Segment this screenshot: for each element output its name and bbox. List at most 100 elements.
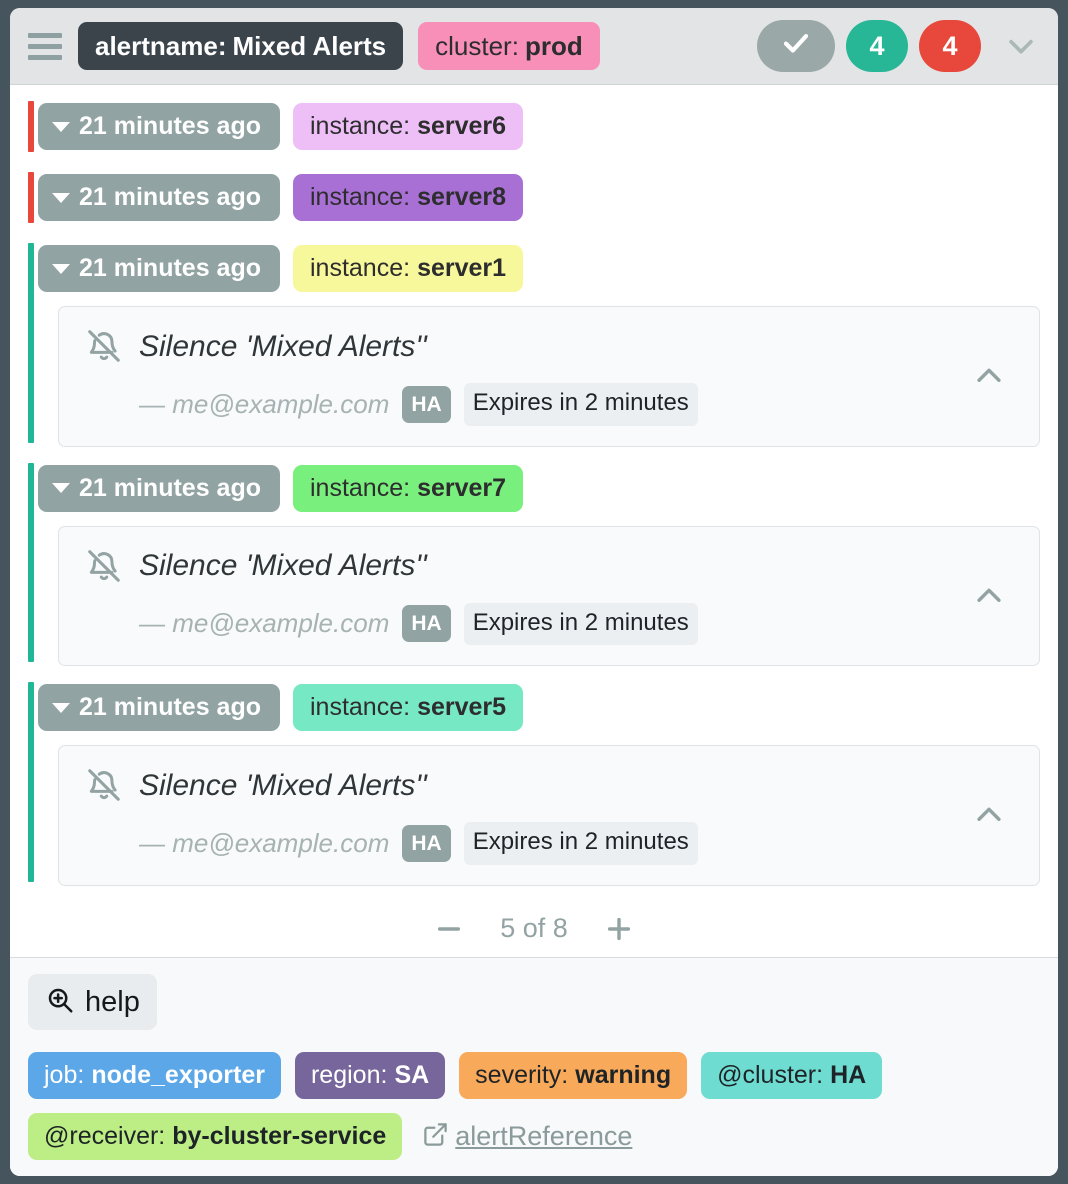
silence-expiry-label: Expires in 2 minutes: [472, 608, 689, 636]
alert-panel: alertname: Mixed Alerts cluster: prod 4 …: [10, 8, 1058, 1176]
silence-author: — me@example.com: [139, 388, 390, 419]
hamburger-icon[interactable]: [28, 31, 62, 61]
help-button-label: help: [85, 985, 140, 1018]
active-count-badge[interactable]: 4: [919, 20, 981, 72]
alert-time-toggle[interactable]: 21 minutes ago: [38, 103, 280, 150]
instance-chip[interactable]: instance: server7: [293, 464, 524, 512]
labels-area-second-row: @receiver: by-cluster-service alertRefer…: [28, 1113, 1040, 1160]
alertname-chip-key: alertname:: [95, 31, 227, 61]
silence-title-row: Silence 'Mixed Alerts'': [85, 547, 1017, 585]
alert-reference-label: alertReference: [455, 1121, 633, 1151]
alert-row: 21 minutes ago instance: server8: [38, 168, 1058, 227]
instance-chip-value: server7: [417, 473, 507, 502]
severity-label-value: warning: [575, 1061, 672, 1089]
alert-group: 21 minutes ago instance: server5 Silence…: [10, 678, 1058, 886]
panel-footer: help job: node_exporter region: SA sever…: [10, 957, 1058, 1176]
instance-chip-value: server8: [417, 183, 507, 211]
alertname-chip-value: Mixed Alerts: [232, 31, 387, 61]
silence-title-row: Silence 'Mixed Alerts'': [85, 327, 1017, 365]
acknowledge-button[interactable]: [757, 20, 835, 72]
chevron-up-icon[interactable]: [969, 576, 1009, 616]
cluster-label[interactable]: @cluster: HA: [701, 1052, 883, 1099]
silence-expiry-label: Expires in 2 minutes: [472, 828, 689, 856]
silence-author: — me@example.com: [139, 608, 390, 639]
silence-title: Silence 'Mixed Alerts'': [139, 768, 427, 802]
alert-group: 21 minutes ago instance: server8: [10, 168, 1058, 227]
caret-down-icon: [52, 263, 70, 274]
region-label[interactable]: region: SA: [294, 1052, 446, 1099]
pagination-count: 5 of 8: [500, 913, 568, 944]
silence-expiry[interactable]: Expires in 2 minutes: [463, 822, 698, 865]
cluster-chip[interactable]: cluster: prod: [418, 22, 600, 70]
alert-list: 21 minutes ago instance: server6 21 minu…: [10, 85, 1058, 957]
check-icon: [781, 28, 811, 65]
region-label-key: region:: [310, 1061, 388, 1089]
alert-time-label: 21 minutes ago: [79, 693, 261, 722]
instance-chip-key: instance:: [310, 254, 411, 282]
severity-bar: [28, 101, 34, 152]
silenced-count-badge[interactable]: 4: [846, 20, 908, 72]
silence-meta-row: — me@example.com HA Expires in 2 minutes: [85, 602, 1017, 646]
silence-meta-row: — me@example.com HA Expires in 2 minutes: [85, 383, 1017, 426]
alert-group: 21 minutes ago instance: server6: [10, 97, 1058, 156]
silence-title: Silence 'Mixed Alerts'': [139, 549, 427, 583]
alert-group: 21 minutes ago instance: server1 Silence…: [10, 239, 1058, 447]
instance-chip[interactable]: instance: server1: [293, 245, 524, 292]
alert-time-label: 21 minutes ago: [79, 183, 261, 211]
caret-down-icon: [52, 483, 70, 494]
receiver-label[interactable]: @receiver: by-cluster-service: [28, 1113, 403, 1160]
alert-row: 21 minutes ago instance: server7: [38, 459, 1058, 518]
instance-chip[interactable]: instance: server5: [293, 684, 524, 732]
silence-card: Silence 'Mixed Alerts'' — me@example.com…: [58, 745, 1040, 886]
severity-label[interactable]: severity: warning: [459, 1052, 688, 1099]
silence-expiry[interactable]: Expires in 2 minutes: [463, 383, 698, 426]
chevron-up-icon[interactable]: [969, 356, 1009, 396]
alert-time-toggle[interactable]: 21 minutes ago: [38, 174, 280, 221]
job-label[interactable]: job: node_exporter: [28, 1052, 281, 1099]
bell-off-icon: [85, 547, 123, 585]
silence-author: — me@example.com: [139, 827, 390, 858]
alert-time-toggle[interactable]: 21 minutes ago: [38, 245, 280, 292]
bell-off-icon: [85, 327, 123, 365]
alert-time-toggle[interactable]: 21 minutes ago: [38, 684, 280, 732]
instance-chip-key: instance:: [310, 183, 411, 211]
silence-expiry[interactable]: Expires in 2 minutes: [463, 602, 698, 646]
silence-title-row: Silence 'Mixed Alerts'': [85, 766, 1017, 804]
silence-meta-row: — me@example.com HA Expires in 2 minutes: [85, 822, 1017, 865]
alert-group: 21 minutes ago instance: server7 Silence…: [10, 459, 1058, 667]
instance-chip-key: instance:: [310, 112, 411, 140]
caret-down-icon: [52, 702, 70, 713]
alert-row: 21 minutes ago instance: server5: [38, 678, 1058, 737]
plus-icon[interactable]: [602, 912, 636, 946]
silence-expiry-label: Expires in 2 minutes: [472, 389, 689, 416]
instance-chip-key: instance:: [310, 693, 411, 722]
instance-chip-value: server6: [417, 112, 507, 140]
instance-chip[interactable]: instance: server6: [293, 103, 524, 150]
cluster-label-value: HA: [830, 1061, 867, 1089]
region-label-value: SA: [394, 1061, 430, 1089]
severity-bar: [28, 462, 34, 663]
hamburger-bar: [28, 32, 62, 38]
silence-badge: HA: [402, 605, 451, 643]
alertname-chip[interactable]: alertname: Mixed Alerts: [78, 22, 404, 70]
job-label-value: node_exporter: [91, 1061, 265, 1089]
instance-chip[interactable]: instance: server8: [293, 174, 524, 221]
silence-title: Silence 'Mixed Alerts'': [139, 329, 427, 363]
alert-reference-link[interactable]: alertReference: [422, 1121, 632, 1153]
chevron-down-icon[interactable]: [998, 23, 1044, 69]
severity-bar: [28, 172, 34, 223]
alert-time-toggle[interactable]: 21 minutes ago: [38, 464, 280, 512]
zoom-in-icon: [45, 985, 75, 1019]
instance-chip-value: server1: [417, 254, 507, 282]
minus-icon[interactable]: [432, 912, 466, 946]
chevron-up-icon[interactable]: [969, 795, 1009, 835]
alert-row: 21 minutes ago instance: server1: [38, 239, 1058, 298]
severity-bar: [28, 243, 34, 443]
cluster-label-key: @cluster:: [717, 1061, 824, 1089]
caret-down-icon: [52, 192, 70, 203]
alert-row: 21 minutes ago instance: server6: [38, 97, 1058, 156]
external-link-icon: [422, 1121, 449, 1153]
help-button[interactable]: help: [28, 974, 157, 1030]
alert-time-label: 21 minutes ago: [79, 112, 261, 140]
instance-chip-key: instance:: [310, 473, 411, 502]
